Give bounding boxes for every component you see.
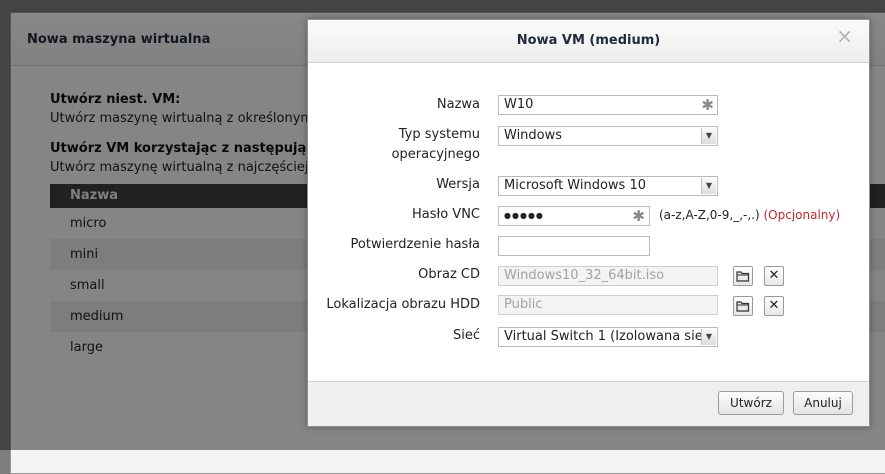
vnc-password-value: ●●●●●	[504, 211, 544, 220]
version-value: Microsoft Windows 10	[504, 178, 646, 193]
name-input[interactable]: W10 ✱	[498, 95, 718, 115]
vnc-password-allowed-chars: (a-z,A-Z,0-9,_,-,.)	[659, 208, 760, 222]
os-type-label-line1: Typ systemu	[398, 127, 480, 142]
password-confirm-input[interactable]	[498, 236, 650, 256]
chevron-down-icon: ▼	[701, 128, 716, 144]
dialog-title: Nowa VM (medium)	[308, 20, 869, 63]
required-icon: ✱	[632, 207, 646, 225]
required-icon: ✱	[701, 96, 714, 114]
password-confirm-label: Potwierdzenie hasła	[350, 237, 480, 252]
dialog-footer: Utwórz Anuluj	[308, 381, 869, 426]
folder-icon	[736, 301, 750, 312]
os-type-select[interactable]: Windows ▼	[498, 126, 718, 146]
folder-icon	[736, 271, 750, 282]
create-button[interactable]: Utwórz	[718, 391, 784, 415]
vnc-password-label: Hasło VNC	[412, 207, 480, 222]
cd-image-browse-button[interactable]	[733, 266, 753, 286]
name-value: W10	[504, 97, 534, 112]
close-icon[interactable]: ×	[836, 24, 853, 48]
cancel-button[interactable]: Anuluj	[793, 391, 853, 415]
vnc-password-input[interactable]: ●●●●● ✱	[498, 206, 650, 226]
version-label: Wersja	[436, 177, 480, 192]
name-label: Nazwa	[436, 97, 480, 112]
chevron-down-icon: ▼	[701, 329, 716, 345]
hdd-location-input[interactable]: Public	[498, 295, 718, 315]
new-vm-dialog: Nowa VM (medium) × Nazwa W10 ✱ Typ syste…	[307, 19, 870, 427]
network-value: Virtual Switch 1 (Izolowana sieć)	[504, 329, 715, 344]
os-type-value: Windows	[504, 128, 563, 143]
cd-image-label: Obraz CD	[418, 267, 480, 282]
network-select[interactable]: Virtual Switch 1 (Izolowana sieć) ▼	[498, 327, 718, 347]
cd-image-input[interactable]: Windows10_32_64bit.iso	[498, 266, 718, 286]
network-label: Sieć	[452, 328, 480, 343]
vnc-password-optional: (Opcjonalny)	[763, 208, 841, 222]
hdd-location-browse-button[interactable]	[733, 296, 753, 316]
clear-icon[interactable]: ✕	[764, 266, 784, 286]
chevron-down-icon: ▼	[701, 178, 716, 194]
os-type-label-line2: operacyjnego	[391, 147, 480, 162]
version-select[interactable]: Microsoft Windows 10 ▼	[498, 176, 718, 196]
hdd-location-label: Lokalizacja obrazu HDD	[326, 297, 480, 312]
clear-icon[interactable]: ✕	[764, 296, 784, 316]
vnc-password-hint: (a-z,A-Z,0-9,_,-,.) (Opcjonalny)	[659, 205, 840, 225]
